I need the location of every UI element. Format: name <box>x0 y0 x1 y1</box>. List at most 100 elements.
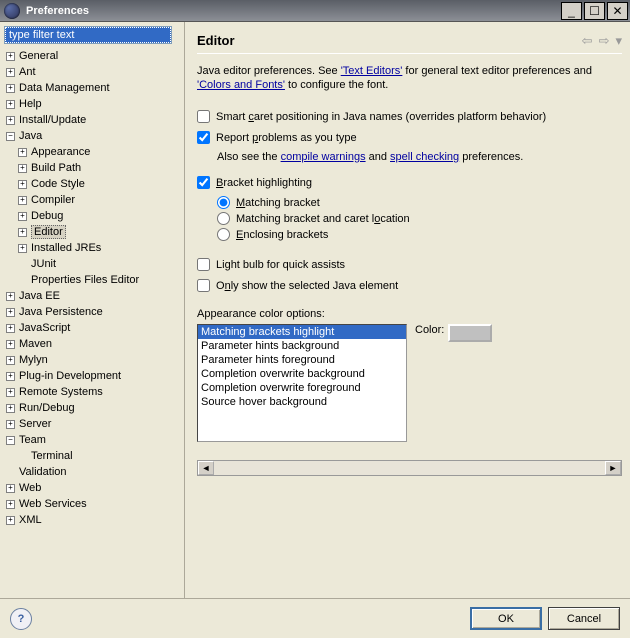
only-show-checkbox[interactable]: Only show the selected Java element <box>197 279 622 292</box>
tree-item-label: JUnit <box>31 258 56 270</box>
expand-icon[interactable]: + <box>6 404 15 413</box>
tree-item-appearance[interactable]: +Appearance <box>4 144 182 160</box>
color-option[interactable]: Matching brackets highlight <box>198 325 406 339</box>
expand-icon[interactable]: + <box>6 356 15 365</box>
radio-enclosing[interactable]: Enclosing brackets <box>217 228 622 241</box>
close-button[interactable]: ✕ <box>607 2 628 20</box>
tree-item-validation[interactable]: Validation <box>4 464 182 480</box>
maximize-button[interactable]: ☐ <box>584 2 605 20</box>
expand-icon[interactable]: + <box>6 484 15 493</box>
help-button[interactable]: ? <box>10 608 32 630</box>
tree-item-label: Server <box>19 418 51 430</box>
expand-icon[interactable]: + <box>6 292 15 301</box>
report-problems-checkbox[interactable]: Report problems as you type <box>197 131 622 144</box>
tree-item-run-debug[interactable]: +Run/Debug <box>4 400 182 416</box>
tree-item-remote-systems[interactable]: + Remote Systems <box>4 384 182 400</box>
color-option[interactable]: Source hover background <box>198 395 406 409</box>
tree-item-plug-in-development[interactable]: +Plug-in Development <box>4 368 182 384</box>
tree-item-properties-files-editor[interactable]: Properties Files Editor <box>4 272 182 288</box>
tree-item-general[interactable]: +General <box>4 48 182 64</box>
tree-item-label: Java EE <box>19 290 60 302</box>
expand-icon[interactable]: + <box>6 116 15 125</box>
tree-item-editor[interactable]: +Editor <box>4 224 182 240</box>
tree-item-code-style[interactable]: +Code Style <box>4 176 182 192</box>
collapse-icon[interactable]: − <box>6 132 15 141</box>
cancel-button[interactable]: Cancel <box>548 607 620 630</box>
tree-item-data-management[interactable]: +Data Management <box>4 80 182 96</box>
expand-icon[interactable]: + <box>18 148 27 157</box>
tree-item-team[interactable]: −Team <box>4 432 182 448</box>
minimize-button[interactable]: _ <box>561 2 582 20</box>
scroll-right-icon[interactable]: ► <box>605 461 621 475</box>
titlebar[interactable]: Preferences _ ☐ ✕ <box>0 0 630 22</box>
color-option[interactable]: Completion overwrite foreground <box>198 381 406 395</box>
tree-item-maven[interactable]: +Maven <box>4 336 182 352</box>
expand-icon[interactable]: + <box>6 308 15 317</box>
smart-caret-checkbox[interactable]: Smart caret positioning in Java names (o… <box>197 110 622 123</box>
tree-item-java-ee[interactable]: + Java EE <box>4 288 182 304</box>
ok-button[interactable]: OK <box>470 607 542 630</box>
color-label: Color: <box>415 324 444 336</box>
tree-item-help[interactable]: +Help <box>4 96 182 112</box>
filter-input[interactable] <box>4 26 172 44</box>
tree-item-label: Remote Systems <box>19 386 103 398</box>
scroll-left-icon[interactable]: ◄ <box>198 461 214 475</box>
color-options-list[interactable]: Matching brackets highlightParameter hin… <box>197 324 407 442</box>
tree-item-label: Ant <box>19 66 36 78</box>
tree-item-label: Mylyn <box>19 354 48 366</box>
tree-item-web-services[interactable]: +Web Services <box>4 496 182 512</box>
tree-item-compiler[interactable]: + Compiler <box>4 192 182 208</box>
tree-item-xml[interactable]: +XML <box>4 512 182 528</box>
expand-icon[interactable]: + <box>6 516 15 525</box>
tree-item-java-persistence[interactable]: +Java Persistence <box>4 304 182 320</box>
tree-item-javascript[interactable]: +JavaScript <box>4 320 182 336</box>
expand-icon[interactable]: + <box>18 244 27 253</box>
color-option[interactable]: Completion overwrite background <box>198 367 406 381</box>
tree-item-terminal[interactable]: Terminal <box>4 448 182 464</box>
radio-caret-location[interactable]: Matching bracket and caret location <box>217 212 622 225</box>
expand-icon[interactable]: + <box>18 180 27 189</box>
colors-fonts-link[interactable]: 'Colors and Fonts' <box>197 79 285 91</box>
expand-icon[interactable]: + <box>6 68 15 77</box>
text-editors-link[interactable]: 'Text Editors' <box>341 65 403 77</box>
also-see: Also see the compile warnings and spell … <box>217 150 622 164</box>
color-swatch[interactable] <box>448 324 492 342</box>
spell-checking-link[interactable]: spell checking <box>390 151 459 163</box>
color-option[interactable]: Parameter hints foreground <box>198 353 406 367</box>
expand-icon[interactable]: + <box>6 100 15 109</box>
back-icon[interactable]: ⇦ <box>582 33 593 49</box>
tree-item-mylyn[interactable]: + Mylyn <box>4 352 182 368</box>
tree-item-web[interactable]: +Web <box>4 480 182 496</box>
tree-item-debug[interactable]: +Debug <box>4 208 182 224</box>
horizontal-scrollbar[interactable]: ◄ ► <box>197 460 622 476</box>
menu-icon[interactable]: ▾ <box>615 33 622 49</box>
tree-item-junit[interactable]: JUnit <box>4 256 182 272</box>
bracket-highlight-checkbox[interactable]: Bracket highlighting <box>197 176 622 189</box>
forward-icon[interactable]: ⇨ <box>599 33 610 49</box>
expand-icon[interactable]: + <box>6 500 15 509</box>
tree-item-installed-jres[interactable]: +Installed JREs <box>4 240 182 256</box>
expand-icon[interactable]: + <box>18 228 27 237</box>
expand-icon[interactable]: + <box>18 196 27 205</box>
tree-item-java[interactable]: −Java <box>4 128 182 144</box>
expand-icon[interactable]: + <box>6 324 15 333</box>
lightbulb-checkbox[interactable]: Light bulb for quick assists <box>197 258 622 271</box>
color-option[interactable]: Parameter hints background <box>198 339 406 353</box>
radio-matching-bracket[interactable]: Matching bracket <box>217 196 622 209</box>
expand-icon[interactable]: + <box>6 84 15 93</box>
expand-icon[interactable]: + <box>6 340 15 349</box>
expand-icon[interactable]: + <box>6 52 15 61</box>
expand-icon[interactable]: + <box>6 388 15 397</box>
collapse-icon[interactable]: − <box>6 436 15 445</box>
tree-item-ant[interactable]: + Ant <box>4 64 182 80</box>
expand-icon[interactable]: + <box>18 164 27 173</box>
expand-icon[interactable]: + <box>18 212 27 221</box>
tree-item-install-update[interactable]: +Install/Update <box>4 112 182 128</box>
tree-item-server[interactable]: + Server <box>4 416 182 432</box>
compile-warnings-link[interactable]: compile warnings <box>281 151 366 163</box>
tree-item-build-path[interactable]: +Build Path <box>4 160 182 176</box>
tree-item-label: Properties Files Editor <box>31 274 139 286</box>
expand-icon[interactable]: + <box>6 420 15 429</box>
tree-item-label: Compiler <box>31 194 75 206</box>
expand-icon[interactable]: + <box>6 372 15 381</box>
